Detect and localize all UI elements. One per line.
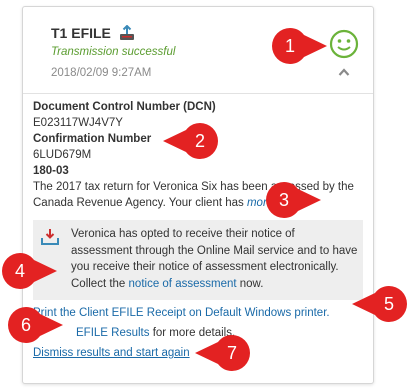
dismiss-results-link[interactable]: Dismiss results and start again <box>33 343 363 363</box>
title-row: T1 EFILE <box>51 24 135 41</box>
confirmation-value: 6LUD679M <box>33 149 92 161</box>
upload-icon <box>119 24 135 41</box>
efile-results-line: EFILE Results for more details. <box>33 323 363 343</box>
transmission-timestamp: 2018/02/09 9:27AM <box>51 67 152 79</box>
notice-of-assessment-link[interactable]: notice of assessment <box>129 278 237 290</box>
smiley-icon <box>329 29 359 59</box>
print-receipt-link[interactable]: Print the Client EFILE Receipt on Defaul… <box>33 303 363 323</box>
more-link[interactable]: more <box>247 197 273 209</box>
confirmation-label: Confirmation Number <box>33 133 152 145</box>
efile-results-suffix: for more details. <box>149 327 236 339</box>
efile-actions: Print the Client EFILE Receipt on Defaul… <box>33 303 363 363</box>
efile-status-panel: T1 EFILE Transmission successful 2018/02… <box>22 6 374 384</box>
callout-5-number: 5 <box>383 294 394 314</box>
header-divider <box>23 93 373 94</box>
assessment-message: The 2017 tax return for Veronica Six has… <box>33 181 354 209</box>
efile-title: T1 EFILE <box>51 25 111 41</box>
dcn-value: E023117WJ4V7Y <box>33 117 123 129</box>
transmission-status: Transmission successful <box>51 46 176 58</box>
download-tray-icon <box>41 228 59 246</box>
notice-text: Veronica has opted to receive their noti… <box>71 226 359 292</box>
panel-header: T1 EFILE Transmission successful 2018/02… <box>23 7 373 89</box>
result-code: 180-03 <box>33 165 69 177</box>
dcn-label: Document Control Number (DCN) <box>33 101 216 113</box>
collapse-chevron-icon[interactable] <box>338 67 350 77</box>
efile-results-link[interactable]: EFILE Results <box>76 327 150 339</box>
notice-text-after: now. <box>236 277 264 290</box>
notice-of-assessment-box: Veronica has opted to receive their noti… <box>33 220 363 300</box>
efile-details: Document Control Number (DCN) E023117WJ4… <box>33 99 369 211</box>
